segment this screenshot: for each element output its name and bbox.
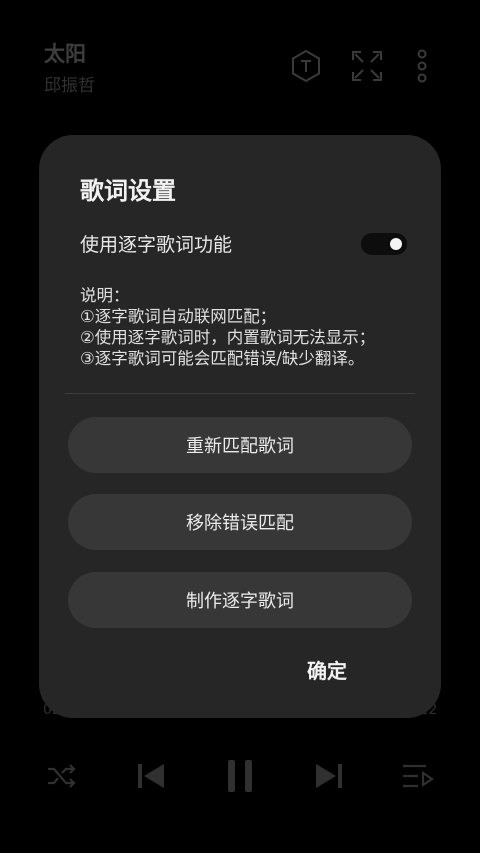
create-word-lyrics-button[interactable]: 制作逐字歌词 [68,572,412,628]
description-line-2: ②使用逐字歌词时，内置歌词无法显示； [80,328,376,347]
description-heading: 说明： [80,286,130,305]
remove-wrong-match-button[interactable]: 移除错误匹配 [68,494,412,550]
player-screen: 太阳 邱振哲 只 02:0 4:22 [0,0,480,853]
divider [65,393,415,394]
rematch-lyrics-button[interactable]: 重新匹配歌词 [68,417,412,473]
dialog-title: 歌词设置 [80,177,176,205]
lyrics-settings-dialog: 歌词设置 使用逐字歌词功能 说明： ①逐字歌词自动联网匹配； ②使用逐字歌词时，… [39,135,441,718]
word-by-word-lyrics-toggle[interactable] [361,233,407,255]
word-by-word-lyrics-label: 使用逐字歌词功能 [80,234,233,256]
description-line-3: ③逐字歌词可能会匹配错误/缺少翻译。 [80,349,365,368]
toggle-knob [390,238,402,250]
description-line-1: ①逐字歌词自动联网匹配； [80,307,277,326]
confirm-button[interactable]: 确定 [307,655,347,684]
description: 说明： ①逐字歌词自动联网匹配； ②使用逐字歌词时，内置歌词无法显示； ③逐字歌… [80,285,375,369]
